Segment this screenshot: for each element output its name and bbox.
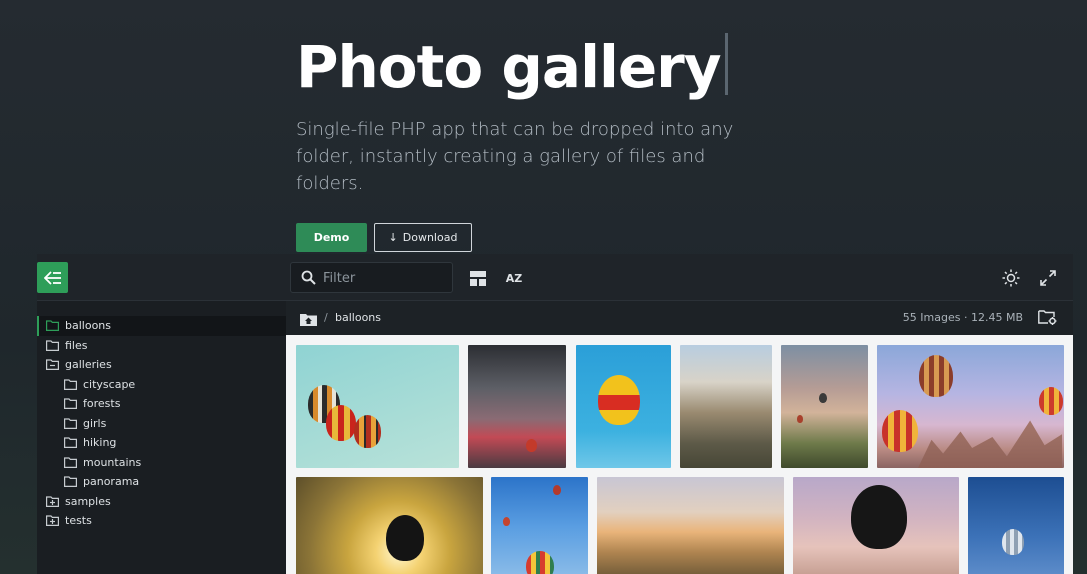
sidebar-item-forests[interactable]: forests xyxy=(37,394,286,414)
gallery-thumbnail[interactable] xyxy=(793,477,959,574)
gallery-thumbnail[interactable] xyxy=(597,477,784,574)
sidebar-item-files[interactable]: files xyxy=(37,336,286,356)
layout-toggle[interactable] xyxy=(468,268,488,288)
hero-actions: Demo ↓ Download xyxy=(296,223,896,252)
sidebar-item-mountains[interactable]: mountains xyxy=(37,453,286,473)
sidebar-item-label: forests xyxy=(83,397,121,411)
search-icon xyxy=(301,270,316,285)
folder-plus-icon xyxy=(46,515,59,527)
gallery-thumbnail[interactable] xyxy=(491,477,588,574)
breadcrumb-current[interactable]: balloons xyxy=(335,311,381,324)
sidebar-item-tests[interactable]: tests xyxy=(37,511,286,531)
sidebar-toggle-button[interactable] xyxy=(37,262,68,293)
sidebar-item-label: hiking xyxy=(83,436,117,450)
layout-icon xyxy=(470,270,486,286)
download-arrow-icon: ↓ xyxy=(388,231,398,244)
folder-settings-button[interactable] xyxy=(1038,309,1057,329)
demo-button[interactable]: Demo xyxy=(296,223,367,252)
gallery-thumbnail[interactable] xyxy=(877,345,1064,468)
sun-icon xyxy=(1002,269,1020,287)
gallery-thumbnail[interactable] xyxy=(296,477,483,574)
sidebar-item-cityscape[interactable]: cityscape xyxy=(37,375,286,395)
sidebar-item-label: samples xyxy=(65,494,111,508)
download-label: Download xyxy=(402,231,458,244)
sidebar-item-hiking[interactable]: hiking xyxy=(37,433,286,453)
gallery-thumbnail[interactable] xyxy=(576,345,671,468)
sort-toggle[interactable]: AZ xyxy=(504,268,524,288)
sidebar-item-label: girls xyxy=(83,416,107,430)
sidebar-item-label: mountains xyxy=(83,455,142,469)
sidebar-item-label: panorama xyxy=(83,475,140,489)
folder-minus-icon xyxy=(46,359,59,371)
folder-icon xyxy=(46,320,59,332)
filter-input[interactable] xyxy=(323,268,443,288)
folder-plus-icon xyxy=(46,496,59,507)
folder-icon xyxy=(46,340,59,351)
breadcrumb: / balloons 55 Images · 12.45 MB xyxy=(286,301,1073,335)
sidebar-item-label: balloons xyxy=(65,319,111,333)
gallery-thumbnail[interactable] xyxy=(968,477,1064,574)
hero: Photo gallery Single-file PHP app that c… xyxy=(296,30,896,252)
sidebar-item-label: cityscape xyxy=(83,377,136,391)
folder-icon xyxy=(64,457,77,468)
gallery-thumbnail[interactable] xyxy=(680,345,772,468)
sidebar-item-galleries[interactable]: galleries xyxy=(37,355,286,375)
sidebar-item-girls[interactable]: girls xyxy=(37,414,286,434)
expand-icon xyxy=(1040,270,1056,286)
home-folder-icon xyxy=(300,314,317,326)
folder-icon xyxy=(64,437,77,449)
topbar: AZ xyxy=(37,254,1073,301)
breadcrumb-separator: / xyxy=(324,311,328,324)
folder-settings-icon xyxy=(1038,310,1057,325)
gallery-thumbnail[interactable] xyxy=(296,345,459,468)
sort-az-icon: AZ xyxy=(505,271,523,285)
download-button[interactable]: ↓ Download xyxy=(374,223,472,252)
folder-tree: balloons files galleries cityscape fores… xyxy=(37,316,286,531)
sidebar-item-samples[interactable]: samples xyxy=(37,492,286,512)
folder-stats: 55 Images · 12.45 MB xyxy=(902,311,1023,324)
image-grid xyxy=(286,335,1073,574)
folder-icon xyxy=(64,379,77,390)
sidebar-item-panorama[interactable]: panorama xyxy=(37,472,286,492)
sidebar-item-label: tests xyxy=(65,514,92,528)
main-panel: / balloons 55 Images · 12.45 MB xyxy=(286,301,1073,574)
filter-box[interactable] xyxy=(290,262,453,293)
sidebar-item-label: galleries xyxy=(65,358,112,372)
sidebar-item-balloons[interactable]: balloons xyxy=(37,316,286,336)
sidebar-item-label: files xyxy=(65,338,88,352)
fullscreen-toggle[interactable] xyxy=(1038,268,1058,288)
sidebar-collapse-icon xyxy=(43,270,61,285)
text-cursor xyxy=(724,33,728,95)
gallery-thumbnail[interactable] xyxy=(781,345,868,468)
gallery-app: AZ xyxy=(37,254,1073,574)
theme-toggle[interactable] xyxy=(1001,268,1021,288)
folder-icon xyxy=(64,398,77,410)
folder-icon xyxy=(64,476,77,488)
sidebar: balloons files galleries cityscape fores… xyxy=(37,301,286,574)
hero-subtitle: Single-file PHP app that can be dropped … xyxy=(296,119,734,194)
page-title: Photo gallery xyxy=(296,33,722,101)
home-folder-button[interactable] xyxy=(300,311,317,330)
gallery-thumbnail[interactable] xyxy=(468,345,566,468)
folder-icon xyxy=(64,418,77,429)
